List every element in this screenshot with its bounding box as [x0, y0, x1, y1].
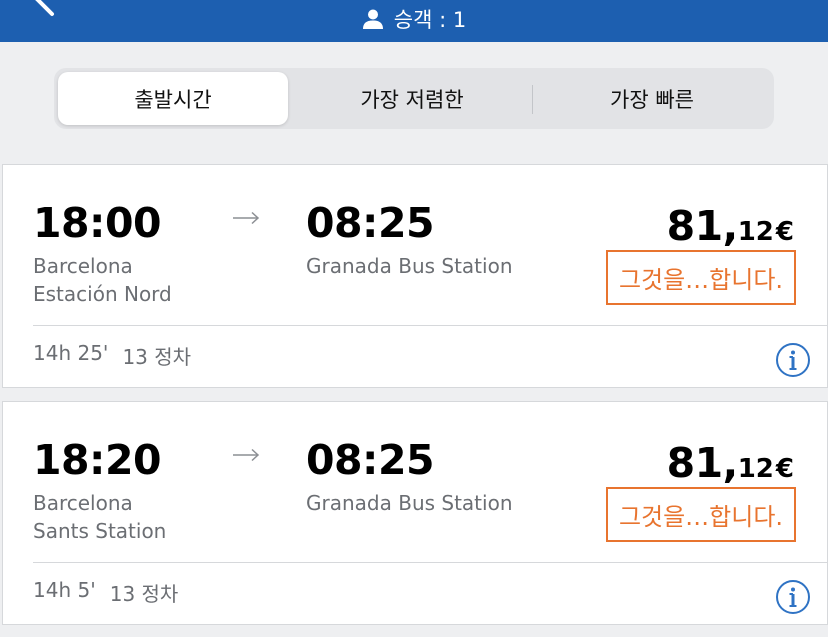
arrival-station: Granada Bus Station: [306, 491, 513, 515]
trip-duration: 14h 25': [33, 341, 109, 365]
departure-time: 18:00: [33, 199, 162, 247]
card-divider: [33, 562, 827, 563]
tab-fastest-label: 가장 빠른: [610, 87, 694, 112]
departure-station-city: Barcelona: [33, 254, 133, 278]
person-icon: [362, 9, 383, 29]
passenger-count[interactable]: 승객 : 1: [0, 4, 828, 34]
trip-summary: 14h 5' 13 정차: [33, 578, 178, 607]
price-euros: 81,: [666, 439, 739, 487]
card-divider: [33, 325, 827, 326]
arrival-time: 08:25: [306, 436, 435, 484]
sort-segmented-control: 출발시간 가장 저렴한 가장 빠른: [54, 68, 774, 129]
passenger-count-label: 승객 : 1: [393, 8, 467, 32]
price-euros: 81,: [666, 202, 739, 250]
info-icon[interactable]: [775, 342, 811, 378]
trip-card[interactable]: 18:00 Barcelona Estación Nord 08:25 Gran…: [2, 164, 828, 388]
trip-card[interactable]: 18:20 Barcelona Sants Station 08:25 Gran…: [2, 401, 828, 625]
arrival-station: Granada Bus Station: [306, 254, 513, 278]
departure-station-name: Estación Nord: [33, 282, 172, 306]
top-bar: 승객 : 1: [0, 0, 828, 42]
segment-divider: [532, 85, 533, 114]
seats-status-badge: 그것을…합니다.: [606, 487, 796, 542]
price-cents: 12: [737, 454, 774, 484]
seats-status-badge: 그것을…합니다.: [606, 250, 796, 305]
currency-symbol: €: [775, 454, 794, 484]
departure-time: 18:20: [33, 436, 162, 484]
info-icon[interactable]: [775, 579, 811, 615]
tab-departure-time-label: 출발시간: [134, 87, 212, 112]
departure-station-city: Barcelona: [33, 491, 133, 515]
tab-departure-time[interactable]: 출발시간: [58, 72, 288, 125]
currency-symbol: €: [775, 217, 794, 247]
tab-cheapest-label: 가장 저렴한: [360, 87, 464, 112]
price: 81,12€: [667, 202, 794, 250]
tab-fastest[interactable]: 가장 빠른: [534, 72, 770, 125]
price-cents: 12: [737, 217, 774, 247]
trip-stops: 13 정차: [122, 345, 192, 369]
right-arrow-icon: [233, 211, 260, 225]
departure-station-name: Sants Station: [33, 519, 167, 543]
arrival-time: 08:25: [306, 199, 435, 247]
trip-summary: 14h 25' 13 정차: [33, 341, 191, 370]
trip-duration: 14h 5': [33, 578, 96, 602]
right-arrow-icon: [233, 448, 260, 462]
price: 81,12€: [667, 439, 794, 487]
tab-cheapest[interactable]: 가장 저렴한: [294, 72, 530, 125]
trip-stops: 13 정차: [109, 582, 179, 606]
